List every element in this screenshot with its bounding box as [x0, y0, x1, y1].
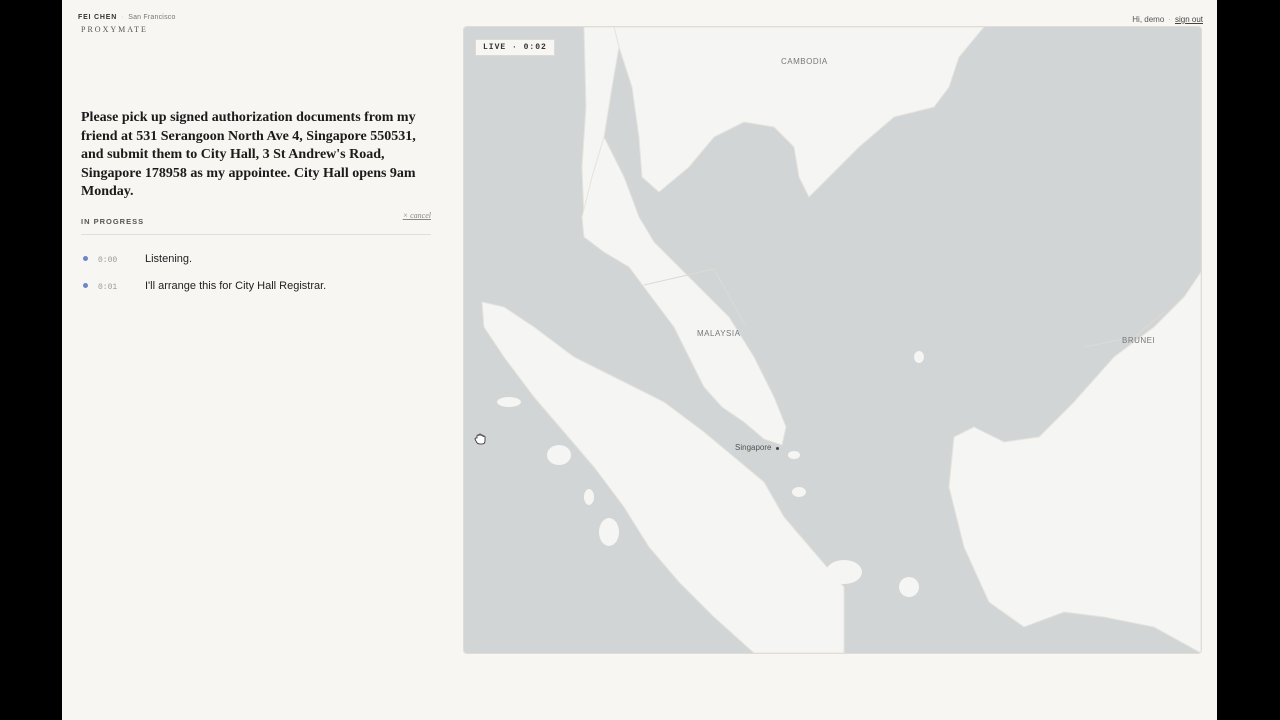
app-logo: PROXYMATE — [81, 25, 148, 34]
log-item: 0:01 I'll arrange this for City Hall Reg… — [83, 280, 433, 307]
map-view[interactable]: LIVE · 0:02 CAMBODIA MALAYSIA BRUNEI Sin… — [463, 26, 1202, 654]
log-item: 0:00 Listening. — [83, 253, 433, 280]
log-time: 0:00 — [98, 256, 118, 265]
map-label-brunei: BRUNEI — [1122, 336, 1156, 345]
map-canvas[interactable] — [464, 27, 1201, 653]
log-text: Listening. — [145, 253, 193, 265]
brand: FEI CHEN · San Francisco PROXYMATE — [78, 14, 176, 34]
live-timer-badge: LIVE · 0:02 — [475, 39, 555, 56]
map-label-singapore: Singapore — [735, 443, 772, 452]
sign-out-link[interactable]: sign out — [1175, 15, 1203, 24]
user-name: FEI CHEN — [78, 14, 118, 21]
singapore-marker-icon — [776, 447, 779, 450]
divider — [81, 234, 431, 235]
status-row: IN PROGRESS × cancel — [81, 211, 431, 226]
activity-log: 0:00 Listening. 0:01 I'll arrange this f… — [83, 253, 433, 307]
page: FEI CHEN · San Francisco PROXYMATE Hi, dem… — [62, 0, 1217, 720]
account-area: Hi, demo · sign out — [1132, 15, 1203, 24]
greeting: Hi, demo — [1132, 15, 1165, 24]
log-time: 0:01 — [98, 283, 118, 292]
log-text: I'll arrange this for City Hall Registra… — [145, 280, 327, 292]
map-label-malaysia: MALAYSIA — [697, 329, 741, 338]
hand-grab-icon — [474, 433, 486, 445]
map-label-cambodia: CAMBODIA — [781, 57, 828, 66]
bullet-icon — [83, 283, 88, 288]
status-badge: IN PROGRESS — [81, 217, 145, 226]
task-description: Please pick up signed authorization docu… — [81, 110, 416, 200]
bullet-icon — [83, 256, 88, 261]
user-city: San Francisco — [128, 14, 176, 21]
cancel-button[interactable]: × cancel — [403, 211, 431, 220]
